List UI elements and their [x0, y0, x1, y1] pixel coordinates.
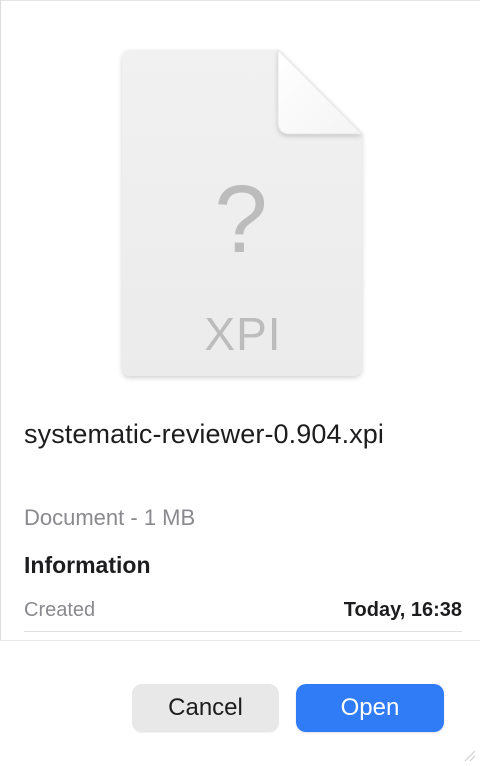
unknown-file-document-icon: ? XPI — [110, 40, 380, 390]
information-heading: Information — [24, 552, 151, 578]
cancel-button[interactable]: Cancel — [132, 684, 279, 732]
resize-handle-icon[interactable] — [462, 748, 476, 762]
unknown-glyph: ? — [214, 166, 267, 273]
file-extension-label: XPI — [204, 308, 281, 360]
window-left-border — [0, 0, 1, 640]
file-name: systematic-reviewer-0.904.xpi — [24, 419, 385, 449]
window-top-border — [0, 0, 480, 1]
info-value: Today, 16:38 — [343, 599, 462, 621]
info-divider — [24, 631, 462, 632]
content-divider — [0, 640, 480, 641]
open-button[interactable]: Open — [296, 684, 444, 732]
file-preview-dialog: ? XPI systematic-reviewer-0.904.xpi Docu… — [0, 0, 480, 766]
file-kind-size: Document - 1 MB — [24, 505, 196, 530]
info-row-created: Created Today, 16:38 — [24, 594, 462, 626]
info-label: Created — [24, 599, 96, 621]
